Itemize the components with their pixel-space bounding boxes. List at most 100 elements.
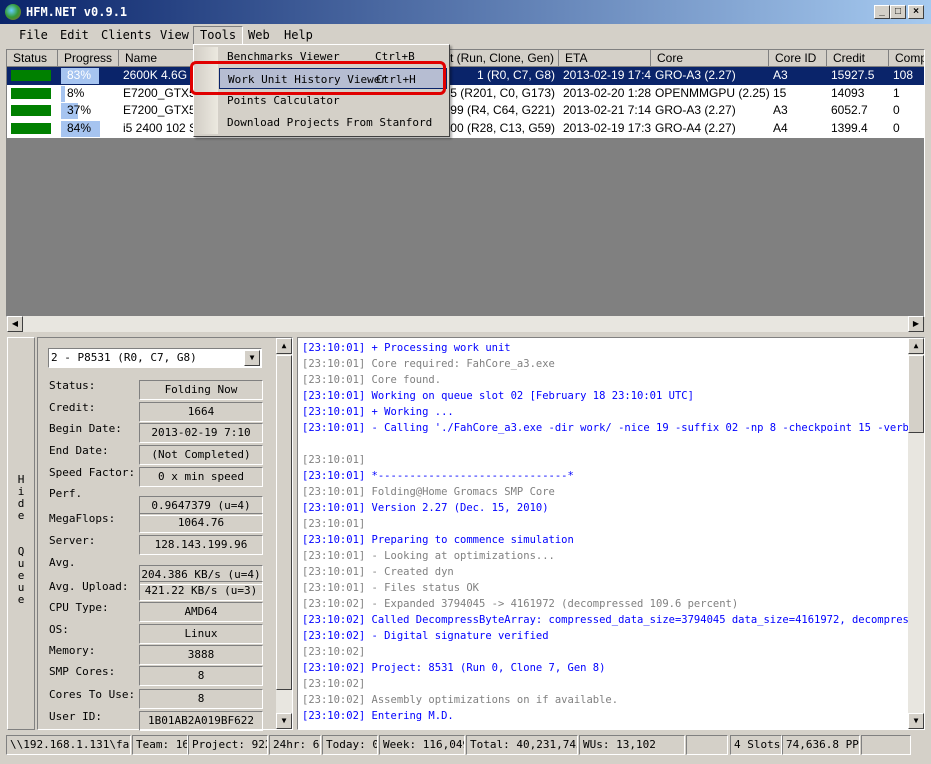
menu-file[interactable]: File — [13, 27, 54, 45]
field-label: Begin Date: — [49, 422, 122, 435]
log-scrollbar[interactable]: ▲ ▼ — [908, 338, 924, 729]
chevron-down-icon[interactable]: ▼ — [244, 350, 260, 366]
field-value: Linux — [139, 624, 263, 644]
log-line: [23:10:01] Folding@Home Gromacs SMP Core — [302, 486, 555, 498]
menu-web[interactable]: Web — [242, 27, 276, 45]
log-line: [23:10:02] — [302, 678, 366, 690]
horizontal-scrollbar[interactable]: ◀ ▶ — [7, 316, 924, 332]
status-panel: Team: 16 — [132, 735, 188, 755]
field-label: Cores To Use: — [49, 688, 136, 701]
field-label: MegaFlops: — [49, 512, 116, 525]
queue-panel: 2 - P8531 (R0, C7, G8) ▼ Status: Folding N… — [37, 337, 293, 731]
minimize-button[interactable]: _ — [874, 5, 890, 19]
field-value: 1064.76 — [139, 513, 263, 533]
queue-scrollbar[interactable]: ▲ ▼ — [276, 338, 292, 729]
menu-item-download-projects[interactable]: Download Projects From Stanford — [219, 112, 447, 133]
field-value: 8 — [139, 689, 263, 709]
field-label: Speed Factor: — [49, 466, 136, 479]
scroll-down-icon[interactable]: ▼ — [276, 713, 292, 729]
core-id-cell: A3 — [773, 68, 788, 82]
credit-cell: 6052.7 — [831, 103, 868, 117]
core-id-cell: A4 — [773, 120, 788, 135]
credit-cell: 14093 — [831, 85, 865, 100]
status-panel: 4 Slots — [730, 735, 782, 755]
progress-cell: 37% — [67, 103, 92, 117]
menu-tools[interactable]: Tools — [193, 26, 244, 46]
log-line: [23:10:01] Core required: FahCore_a3.exe — [302, 358, 555, 370]
status-bar: \\192.168.1.131\fah\ Team: 16 Project: 922… — [0, 733, 931, 757]
field-value: 421.22 KB/s (u=3) — [139, 581, 263, 601]
field-label: SMP Cores: — [49, 665, 116, 678]
status-panel: 74,636.8 PPD — [782, 735, 860, 755]
menu-view[interactable]: View — [154, 27, 195, 45]
core-cell: GRO-A4 (2.27) — [655, 120, 736, 135]
col-progress[interactable]: Progress — [58, 50, 119, 67]
clients-table[interactable]: Status Progress Name ect (Run, Clone, Ge… — [6, 49, 925, 317]
eta-cell: 2013-02-21 7:14 — [563, 103, 651, 117]
col-status[interactable]: Status — [7, 50, 58, 67]
close-button[interactable]: × — [908, 5, 924, 19]
field-value: 2013-02-19 7:10 — [139, 423, 263, 443]
progress-cell: 83% — [67, 68, 92, 82]
field-label: Avg. — [49, 556, 76, 569]
queue-select[interactable]: 2 - P8531 (R0, C7, G8) ▼ — [48, 348, 262, 368]
scroll-left-icon[interactable]: ◀ — [7, 316, 23, 332]
compl-cell: 1 — [893, 85, 900, 100]
field-value: AMD64 — [139, 602, 263, 622]
credit-cell: 15927.5 — [831, 68, 875, 82]
col-core-id[interactable]: Core ID — [769, 50, 827, 67]
log-line: [23:10:01] + Processing work unit — [302, 342, 511, 354]
field-value: 0 x min speed — [139, 467, 263, 487]
field-label: End Date: — [49, 444, 109, 457]
log-line: [23:10:02] — [302, 646, 366, 658]
scroll-down-icon[interactable]: ▼ — [908, 713, 924, 729]
log-line: [23:10:01] *----------------------------… — [302, 470, 574, 482]
menu-item-label: Download Projects From Stanford — [227, 116, 433, 129]
hide-queue-button[interactable]: HideQueue — [7, 337, 35, 730]
log-line: [23:10:01] - Files status OK — [302, 582, 480, 594]
menu-clients[interactable]: Clients — [95, 27, 158, 45]
scroll-thumb[interactable] — [908, 355, 924, 433]
core-cell: OPENMMGPU (2.25) — [655, 85, 769, 100]
log-line: [23:10:01] - Looking at optimizations... — [302, 550, 555, 562]
field-value: 3888 — [139, 645, 263, 665]
status-panel: Week: 116,049 — [379, 735, 465, 755]
maximize-button[interactable]: □ — [890, 5, 906, 19]
scroll-right-icon[interactable]: ▶ — [908, 316, 924, 332]
scroll-thumb[interactable] — [276, 355, 292, 690]
field-value: Folding Now — [139, 380, 263, 400]
status-indicator — [11, 122, 51, 134]
log-line: [23:10:02] Entering M.D. — [302, 710, 454, 722]
field-label: Server: — [49, 534, 96, 547]
menu-edit[interactable]: Edit — [54, 27, 95, 45]
log-line: [23:10:01] + Working ... — [302, 406, 454, 418]
compl-cell: 108 — [893, 68, 914, 82]
log-line: [23:10:02] Assembly optimizations on if … — [302, 694, 619, 706]
col-compl[interactable]: Compl — [889, 50, 924, 67]
log-line: [23:10:02] Project: 8531 (Run 0, Clone 7… — [302, 662, 606, 674]
eta-cell: 2013-02-19 17:34 — [563, 120, 651, 135]
window-title: HFM.NET v0.9.1 — [26, 5, 128, 19]
status-panel — [861, 735, 911, 755]
status-panel: Today: 0 — [322, 735, 378, 755]
log-viewer[interactable]: [23:10:01] + Processing work unit [23:10:… — [297, 337, 925, 730]
table-row[interactable]: 83% 2600K 4.6G 1 (R0, C7, G8) 2013-02-19 17… — [7, 67, 924, 85]
eta-cell: 2013-02-20 1:28 — [563, 85, 651, 100]
table-row[interactable]: 8% E7200_GTX57 25 (R201, C0, G173) 2013-02-… — [7, 84, 924, 103]
eta-cell: 2013-02-19 17:41 — [563, 68, 651, 82]
status-indicator — [11, 105, 51, 116]
col-core[interactable]: Core — [651, 50, 769, 67]
scroll-up-icon[interactable]: ▲ — [276, 338, 292, 354]
field-value: 8 — [139, 666, 263, 686]
col-credit[interactable]: Credit — [827, 50, 889, 67]
scroll-up-icon[interactable]: ▲ — [908, 338, 924, 354]
log-line: [23:10:02] - Expanded 3794045 -> 4161972… — [302, 598, 739, 610]
table-row[interactable]: 37% E7200_GTX570 99 (R4, C64, G221) 2013-02… — [7, 102, 924, 120]
status-panel: WUs: 13,102 — [579, 735, 685, 755]
menu-help[interactable]: Help — [278, 27, 319, 45]
table-row[interactable]: 84% i5 2400 102 Slo 00 (R28, C13, G59) 2013… — [7, 119, 924, 138]
col-eta[interactable]: ETA — [559, 50, 651, 67]
field-value: (Not Completed) — [139, 445, 263, 465]
core-cell: GRO-A3 (2.27) — [655, 103, 736, 117]
field-value: 128.143.199.96 — [139, 535, 263, 555]
